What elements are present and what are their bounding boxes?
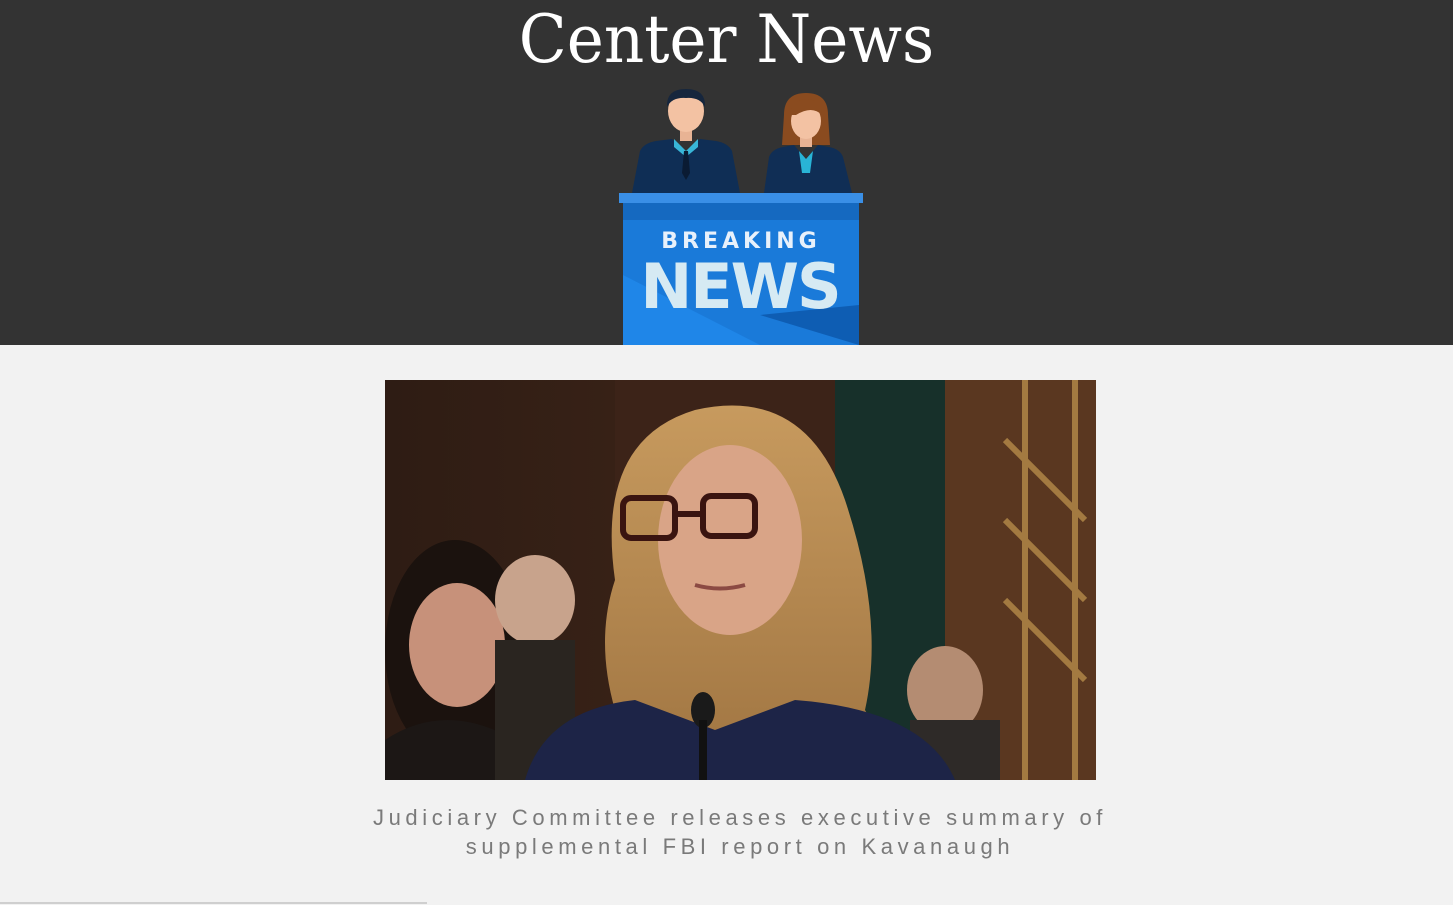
photo-hearing-icon <box>385 380 1096 780</box>
article-image[interactable] <box>385 380 1096 780</box>
site-header: Center News BREAKING NEWS <box>0 0 1453 345</box>
article-headline[interactable]: Judiciary Committee releases executive s… <box>300 803 1180 861</box>
divider <box>0 902 427 904</box>
female-anchor-icon <box>764 93 852 193</box>
breaking-news-logo[interactable]: BREAKING NEWS <box>600 85 880 345</box>
logo-line2: NEWS <box>640 250 839 323</box>
site-title[interactable]: Center News <box>36 2 1416 78</box>
male-anchor-icon <box>632 89 740 193</box>
